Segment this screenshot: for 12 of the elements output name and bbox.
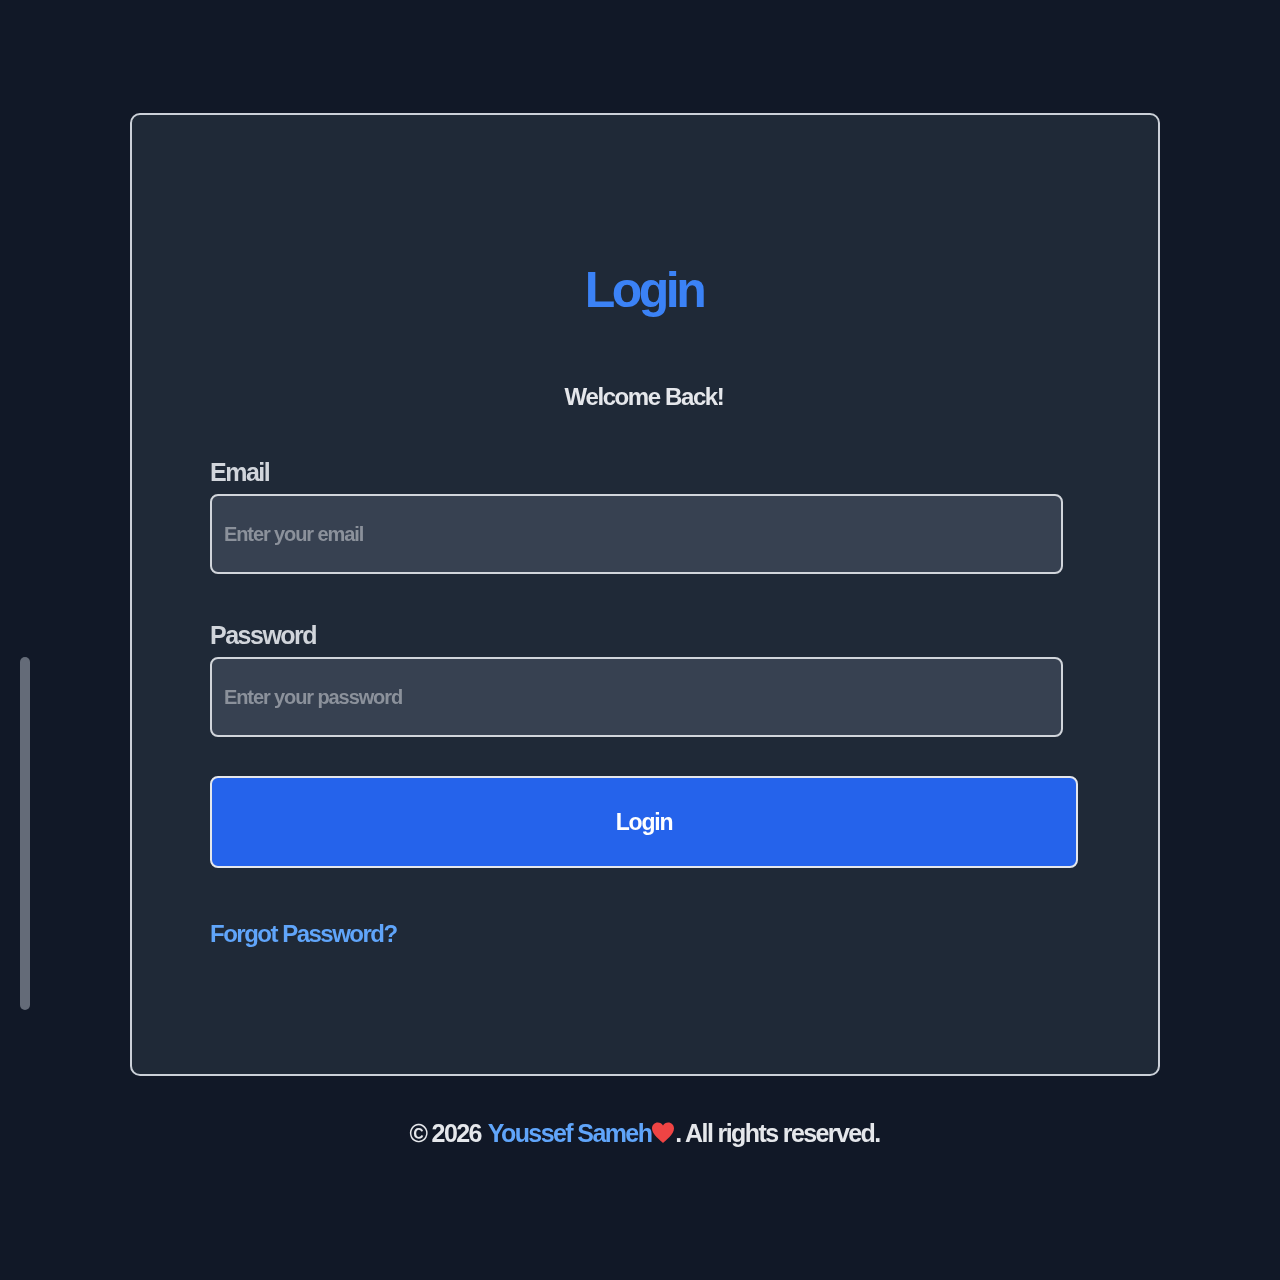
copyright-text: © 2026 Youssef Sameh . All rights reserved. — [409, 1118, 880, 1148]
heart-icon — [651, 1121, 676, 1145]
login-title: Login — [584, 261, 704, 320]
author-link[interactable]: Youssef Sameh — [487, 1118, 652, 1148]
input-field[interactable]: Enter your email — [210, 494, 1063, 574]
welcome-text: Welcome Back! — [564, 382, 724, 412]
field-label: Password — [210, 620, 317, 650]
scrollbar-thumb[interactable] — [20, 657, 30, 1010]
input-field[interactable]: Enter your password — [210, 657, 1063, 737]
field-label: Email — [210, 457, 270, 487]
forgot-password-link[interactable]: Forgot Password? — [210, 919, 397, 949]
login-button[interactable]: Login — [210, 776, 1078, 868]
